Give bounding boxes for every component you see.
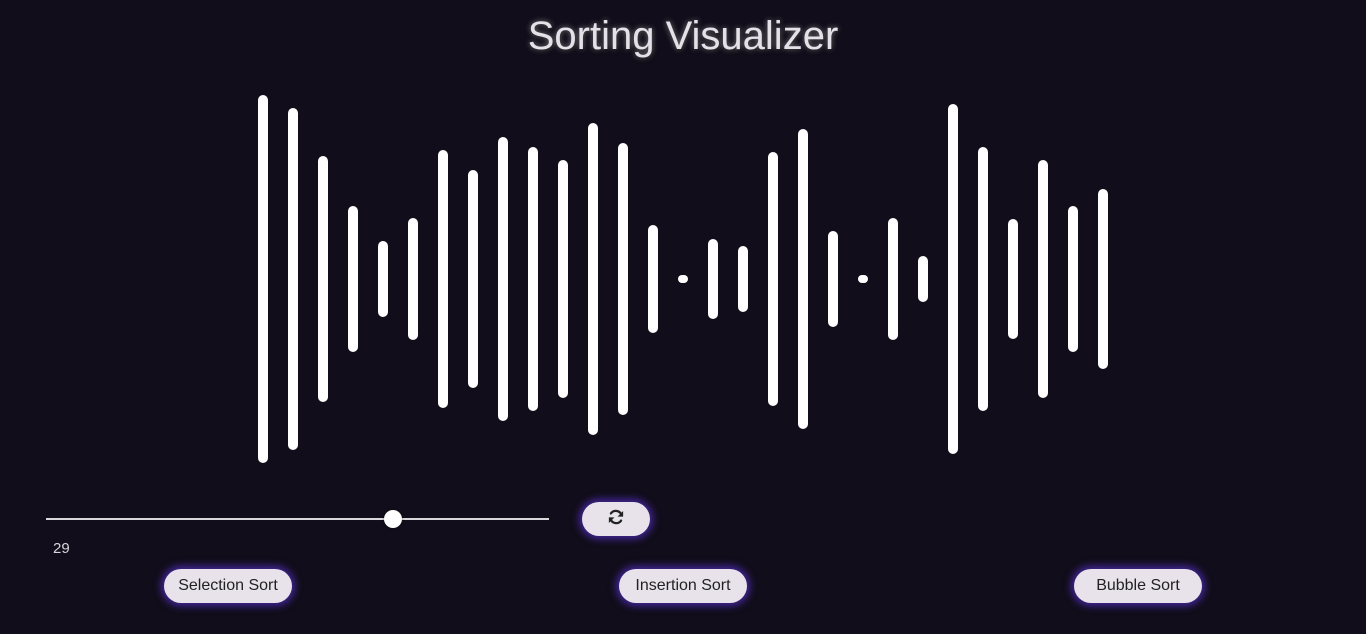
array-bar: [678, 275, 688, 283]
array-bar: [948, 104, 958, 454]
refresh-icon: [607, 508, 625, 531]
array-bar: [1038, 159, 1048, 399]
array-bar: [1098, 188, 1108, 370]
array-bar: [408, 217, 418, 341]
bars-container: [0, 0, 1366, 500]
array-bar: [378, 240, 388, 318]
array-bar: [918, 255, 928, 303]
array-bar: [258, 94, 268, 464]
array-bar: [798, 129, 808, 429]
array-size-value: 29: [53, 540, 70, 557]
array-bar: [318, 156, 328, 402]
array-bar: [648, 225, 658, 333]
array-bar: [738, 246, 748, 312]
array-bar: [858, 275, 868, 283]
array-bar: [828, 231, 838, 327]
slider-thumb[interactable]: [384, 510, 403, 528]
array-bar: [978, 146, 988, 412]
array-bar: [558, 159, 568, 399]
array-bar: [888, 217, 898, 341]
array-bar: [468, 169, 478, 389]
array-size-slider[interactable]: [46, 508, 549, 530]
array-bar: [1008, 219, 1018, 339]
array-bar: [528, 146, 538, 412]
insertion-sort-button[interactable]: Insertion Sort: [619, 569, 747, 603]
array-bar: [618, 142, 628, 416]
selection-sort-button[interactable]: Selection Sort: [164, 569, 292, 603]
array-bar: [348, 206, 358, 352]
slider-track[interactable]: [46, 518, 549, 520]
array-bar: [588, 123, 598, 435]
array-bar: [708, 238, 718, 320]
sorting-visualizer-app: Sorting Visualizer 29 Selection Sort Ins…: [0, 0, 1366, 634]
array-bar: [288, 108, 298, 450]
bubble-sort-button[interactable]: Bubble Sort: [1074, 569, 1202, 603]
array-bar: [768, 152, 778, 406]
array-bar: [438, 150, 448, 408]
array-bar: [1068, 206, 1078, 352]
array-bar: [498, 136, 508, 422]
refresh-button[interactable]: [582, 502, 650, 536]
